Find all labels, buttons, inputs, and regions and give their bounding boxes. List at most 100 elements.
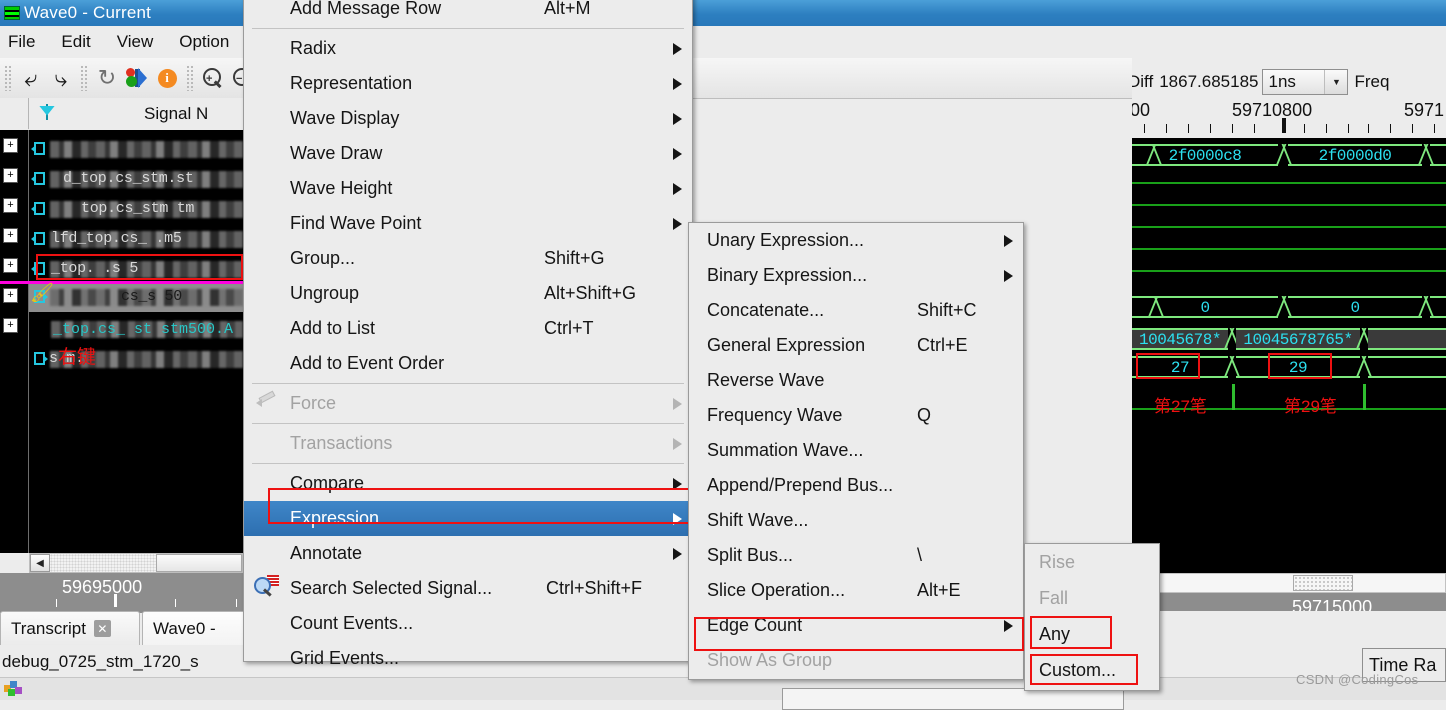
objects-icon[interactable] — [122, 63, 152, 93]
search-signal-icon — [254, 575, 280, 597]
right-pane-horizontal-scrollbar[interactable] — [1132, 573, 1446, 593]
wave-logic-line — [1132, 204, 1446, 206]
menu-item-label: Group... — [290, 248, 356, 268]
signal-row[interactable]: _top.cs_ st stm500.A — [29, 314, 243, 344]
menu-item-slice-operation[interactable]: Slice Operation... Alt+E — [689, 573, 1023, 608]
time-ruler[interactable]: 00 59710800 5971 — [1132, 98, 1446, 138]
toolbar-grip[interactable] — [4, 65, 12, 91]
left-pane-horizontal-scrollbar[interactable]: ◀ — [29, 553, 243, 573]
scroll-thumb[interactable] — [156, 554, 242, 572]
signal-row-selected[interactable]: cs_s 50 — [29, 282, 243, 312]
menu-separator — [252, 383, 684, 384]
signal-input-icon — [31, 171, 49, 187]
close-icon[interactable]: ✕ — [93, 620, 111, 637]
toolbar-grip-2[interactable] — [80, 65, 88, 91]
menubar-item-view[interactable]: View — [117, 32, 154, 52]
menu-item-unary-expression[interactable]: Unary Expression... — [689, 223, 1023, 258]
toolbar-grip-3[interactable] — [186, 65, 194, 91]
menu-item-label: Append/Prepend Bus... — [707, 475, 894, 495]
menu-item-label: Split Bus... — [707, 545, 794, 565]
menu-item-concatenate[interactable]: Concatenate... Shift+C — [689, 293, 1023, 328]
menu-item-radix[interactable]: Radix — [244, 31, 692, 66]
menu-item-ungroup[interactable]: Ungroup Alt+Shift+G — [244, 276, 692, 311]
tab-wave0[interactable]: Wave0 - — [142, 611, 258, 645]
menu-item-annotate[interactable]: Annotate — [244, 536, 692, 571]
menu-item-custom[interactable]: Custom... — [1025, 652, 1159, 688]
expression-submenu[interactable]: Unary Expression... Binary Expression...… — [688, 222, 1024, 680]
submenu-arrow-icon — [673, 397, 682, 410]
diff-label: Diff — [1132, 72, 1154, 91]
menu-item-count-events[interactable]: Count Events... — [244, 606, 692, 641]
expander-0[interactable]: + — [3, 138, 18, 153]
menu-item-any[interactable]: Any — [1025, 616, 1159, 652]
menu-item-group[interactable]: Group... Shift+G — [244, 241, 692, 276]
submenu-arrow-icon — [673, 477, 682, 490]
time-tick-label-0: 00 — [1132, 100, 1151, 120]
menu-item-wave-display[interactable]: Wave Display — [244, 101, 692, 136]
menu-item-edge-count[interactable]: Edge Count — [689, 608, 1023, 643]
submenu-arrow-icon — [673, 77, 682, 90]
undo-icon[interactable]: ⤶ — [16, 63, 46, 93]
wave-window-icon — [4, 6, 20, 20]
menu-item-find-wave-point[interactable]: Find Wave Point — [244, 206, 692, 241]
menu-item-label: Shift Wave... — [707, 510, 809, 530]
signal-row[interactable]: lfd_top.cs_ .m5 — [29, 224, 243, 254]
signal-name-header: Signal N — [29, 98, 243, 129]
menu-item-accel: Alt+M — [544, 0, 591, 18]
menu-item-label: Expression — [290, 508, 380, 528]
menubar-item-option[interactable]: Option — [179, 32, 229, 52]
restart-icon[interactable]: ↻ — [92, 63, 122, 93]
menu-item-accel: Alt+E — [917, 580, 961, 600]
menu-item-append-prepend-bus[interactable]: Append/Prepend Bus... — [689, 468, 1023, 503]
scroll-left-button[interactable]: ◀ — [30, 554, 50, 572]
menu-item-general-expression[interactable]: General Expression Ctrl+E — [689, 328, 1023, 363]
scroll-track[interactable] — [50, 554, 156, 572]
scroll-thumb[interactable] — [1293, 575, 1353, 591]
menu-item-wave-height[interactable]: Wave Height — [244, 171, 692, 206]
signal-row[interactable] — [29, 134, 243, 164]
menu-item-grid-events[interactable]: Grid Events... — [244, 641, 692, 676]
menu-item-wave-draw[interactable]: Wave Draw — [244, 136, 692, 171]
redo-icon[interactable]: ⤷ — [46, 63, 76, 93]
menu-item-accel: Ctrl+T — [544, 318, 594, 338]
signal-name-text: cs_s 50 — [121, 288, 182, 305]
info-icon[interactable]: i — [152, 63, 182, 93]
menu-item-search-selected-signal[interactable]: Search Selected Signal... Ctrl+Shift+F — [244, 571, 692, 606]
menu-item-add-to-event-order[interactable]: Add to Event Order — [244, 346, 692, 381]
menu-item-add-to-list[interactable]: Add to List Ctrl+T — [244, 311, 692, 346]
signal-row[interactable]: d_top.cs_stm.st — [29, 164, 243, 194]
menu-item-binary-expression[interactable]: Binary Expression... — [689, 258, 1023, 293]
menubar-item-file[interactable]: File — [8, 32, 35, 52]
submenu-arrow-icon — [673, 217, 682, 230]
edge-count-submenu[interactable]: Rise Fall Any Custom... — [1024, 543, 1160, 691]
wave-context-menu[interactable]: Add Message Row Alt+M Radix Representati… — [243, 0, 693, 668]
bottom-input-field[interactable] — [782, 688, 1124, 710]
expander-6[interactable]: + — [3, 318, 18, 333]
menu-item-reverse-wave[interactable]: Reverse Wave — [689, 363, 1023, 398]
chevron-down-icon[interactable]: ▼ — [1324, 70, 1348, 94]
menu-item-representation[interactable]: Representation — [244, 66, 692, 101]
waveform-canvas[interactable]: 2f0000c8 2f0000d0 0 0 10045678* 10045678… — [1132, 138, 1446, 611]
wave-logic-line — [1132, 248, 1446, 250]
wave-pane-header: Signal N — [0, 98, 243, 131]
menu-item-label: Wave Height — [290, 178, 393, 198]
menubar-item-edit[interactable]: Edit — [61, 32, 90, 52]
count-value-highlight — [1268, 353, 1332, 379]
expander-4[interactable]: + — [3, 258, 18, 273]
expander-2[interactable]: + — [3, 198, 18, 213]
signal-row[interactable]: top.cs_stm tm — [29, 194, 243, 224]
menu-item-compare[interactable]: Compare — [244, 466, 692, 501]
menu-item-summation-wave[interactable]: Summation Wave... — [689, 433, 1023, 468]
menu-item-label: Ungroup — [290, 283, 360, 303]
menu-item-frequency-wave[interactable]: Frequency Wave Q — [689, 398, 1023, 433]
expander-3[interactable]: + — [3, 228, 18, 243]
menu-item-expression[interactable]: Expression — [244, 501, 692, 536]
zoom-in-icon[interactable]: + — [198, 63, 228, 93]
time-unit-combo[interactable]: 1ns ▼ — [1262, 69, 1349, 95]
menu-item-shift-wave[interactable]: Shift Wave... — [689, 503, 1023, 538]
menu-item-split-bus[interactable]: Split Bus... \ — [689, 538, 1023, 573]
expander-5[interactable]: + — [3, 288, 18, 303]
menu-item-add-message-row[interactable]: Add Message Row Alt+M — [244, 0, 692, 26]
expander-1[interactable]: + — [3, 168, 18, 183]
tab-transcript[interactable]: Transcript ✕ — [0, 611, 140, 645]
